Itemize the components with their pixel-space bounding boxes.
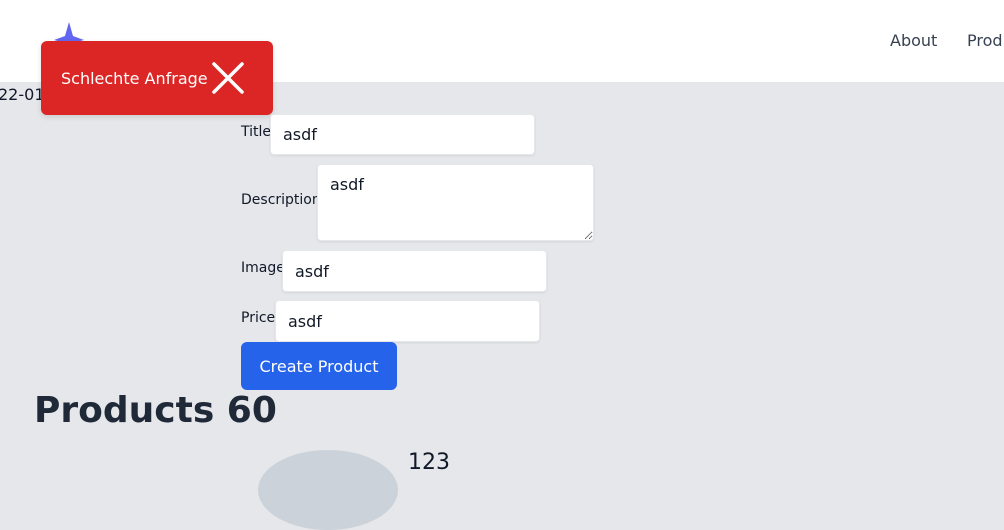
price-input[interactable]: [275, 300, 540, 342]
date-text: 22-01: [0, 85, 45, 104]
image-input[interactable]: [282, 250, 547, 292]
error-toast: Schlechte Anfrage: [41, 41, 273, 115]
description-label: Description: [241, 192, 321, 208]
title-label: Title: [241, 124, 272, 140]
product-title: 123: [408, 450, 450, 475]
image-label: Image: [241, 260, 285, 276]
close-icon[interactable]: [211, 61, 245, 95]
nav-link-about[interactable]: About: [890, 31, 937, 50]
nav-link-products[interactable]: Prod: [967, 31, 1003, 50]
create-product-button[interactable]: Create Product: [241, 342, 397, 390]
title-input[interactable]: [270, 114, 535, 155]
toast-message: Schlechte Anfrage: [61, 68, 208, 88]
price-label: Price: [241, 310, 276, 326]
description-textarea[interactable]: asdf: [317, 164, 594, 241]
product-image: [258, 450, 398, 530]
products-heading: Products 60: [34, 390, 277, 431]
